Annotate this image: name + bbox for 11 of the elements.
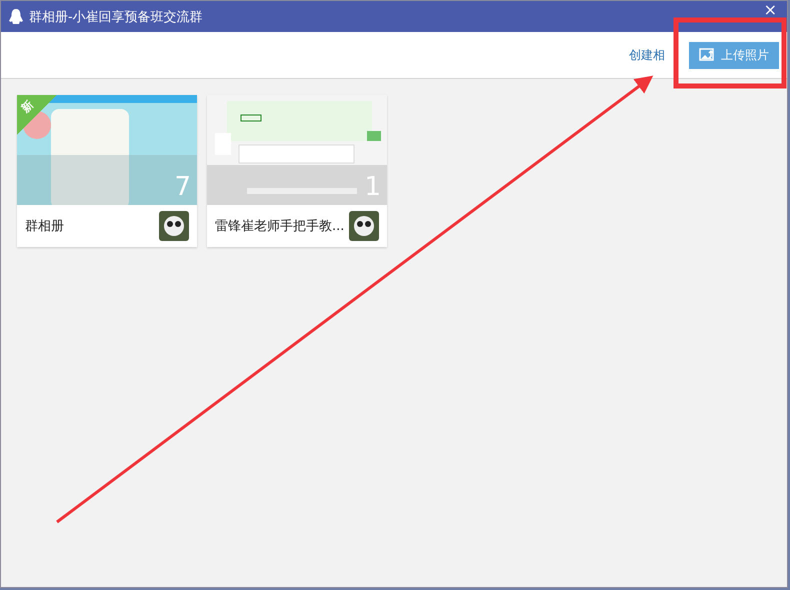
create-album-link[interactable]: 创建相	[629, 46, 665, 64]
penguin-icon	[9, 8, 23, 24]
album-name[interactable]: 群相册	[25, 217, 64, 235]
new-badge: 新	[17, 95, 57, 135]
close-button[interactable]: ×	[762, 0, 779, 19]
window-title: 群相册-小崔回享预备班交流群	[29, 8, 204, 26]
image-upload-icon	[699, 48, 715, 62]
photo-count: 7	[174, 173, 191, 201]
avatar-icon	[349, 211, 379, 241]
album-name[interactable]: 雷锋崔老师手把手教...	[215, 217, 344, 235]
avatar-icon	[159, 211, 189, 241]
